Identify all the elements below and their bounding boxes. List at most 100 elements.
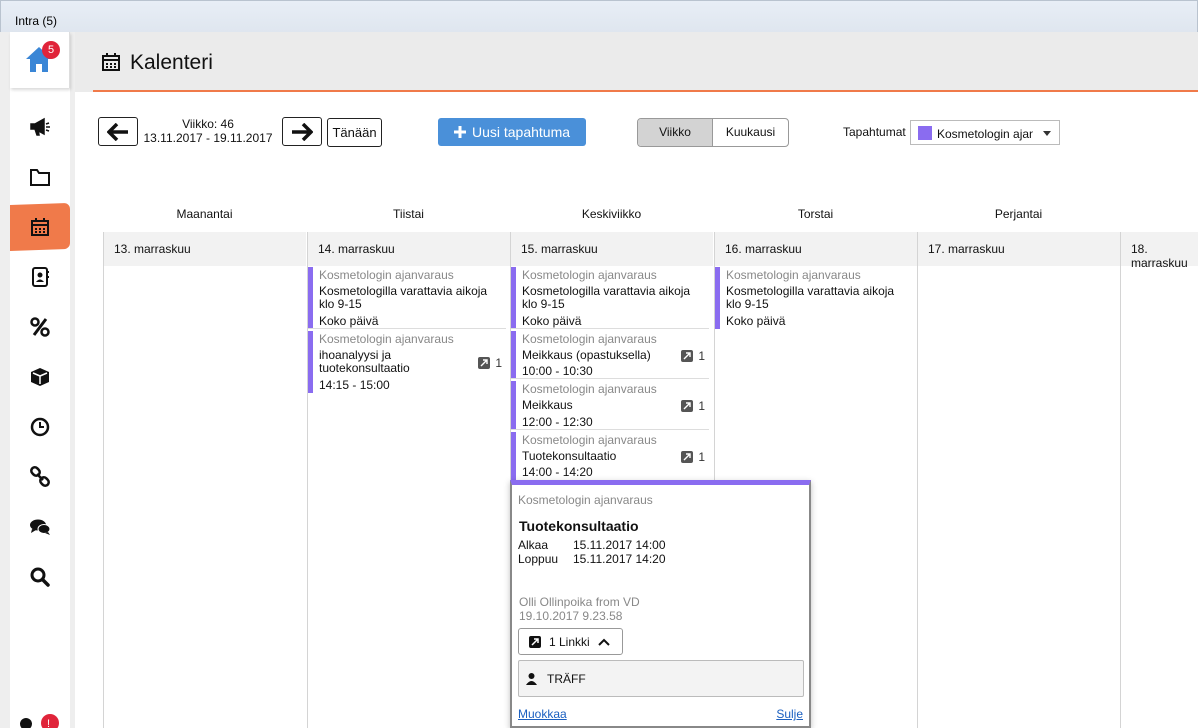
day-date: 17. marraskuu [918,232,1120,266]
day-column[interactable]: 13. marraskuu [103,232,306,728]
day-date: 16. marraskuu [715,232,917,266]
external-link-icon [478,357,491,369]
event-links: 1 [681,399,705,413]
link-icon [30,466,50,487]
event-title: Meikkaus (opastuksella) [522,348,651,362]
sidebar-item-history[interactable] [10,404,70,450]
home-button[interactable]: 5 [10,32,70,88]
calendar-event[interactable]: Kosmetologin ajanvaraus Kosmetologilla v… [511,267,709,329]
sidebar-item-offers[interactable] [10,304,70,350]
svg-text:!: ! [47,718,50,728]
calendar-icon [31,218,49,236]
calendar-event[interactable]: Kosmetologin ajanvaraus Tuotekonsultaati… [511,432,709,480]
event-title: Kosmetologilla varattavia aikoja klo 9-1… [726,284,895,311]
day-name: Keskiviikko [581,207,642,221]
calendar-event[interactable]: Kosmetologin ajanvaraus Meikkaus 12:00 -… [511,381,709,430]
box-icon [31,368,49,386]
calendar-icon [102,53,120,71]
search-icon [30,567,50,587]
event-title: ihoanalyysi ja tuotekonsultaatio [319,348,410,375]
sidebar-item-links[interactable] [10,454,70,500]
popup-author: Olli Ollinpoika from VD 19.10.2017 9.23.… [519,595,640,623]
event-links: 1 [681,349,705,363]
event-time: Koko päivä [522,314,582,328]
links-toggle-button[interactable]: 1 Linkki [518,628,623,655]
chevron-up-icon [597,638,610,646]
event-links: 1 [681,450,705,464]
view-week-button[interactable]: Viikko [638,119,713,146]
event-links: 1 [478,356,502,370]
view-month-button[interactable]: Kuukausi [713,119,788,146]
calendar-event[interactable]: Kosmetologin ajanvaraus Kosmetologilla v… [715,267,913,329]
close-link[interactable]: Sulje [776,707,803,721]
header-divider [93,90,1198,92]
events-filter-label: Tapahtumat [843,125,906,139]
sidebar-item-announcements[interactable] [10,104,70,150]
external-link-icon [681,400,694,412]
day-name: Torstai [797,207,834,221]
event-details-popup: Kosmetologin ajanvaraus Tuotekonsultaati… [510,480,811,728]
filter-color-swatch [918,126,932,140]
contacts-icon [32,267,49,287]
sidebar-item-search[interactable] [10,554,70,600]
event-category: Kosmetologin ajanvaraus [522,382,657,396]
event-category: Kosmetologin ajanvaraus [726,268,861,282]
external-link-icon [529,635,541,648]
chevron-down-icon [1043,131,1051,136]
events-filter-select[interactable]: Kosmetologin ajanvaraus [910,120,1060,145]
calendar-event[interactable]: Kosmetologin ajanvaraus Kosmetologilla v… [308,267,506,329]
day-name: Maanantai [176,207,233,221]
window-title: Intra (5) [15,14,58,28]
event-category: Kosmetologin ajanvaraus [319,268,454,282]
view-switch: Viikko Kuukausi [637,118,789,147]
arrow-left-icon [107,122,128,141]
page-header: Kalenteri [75,32,1198,92]
event-title: Kosmetologilla varattavia aikoja klo 9-1… [522,284,691,311]
calendar-event[interactable]: Kosmetologin ajanvaraus ihoanalyysi ja t… [308,331,506,393]
external-link-icon [681,451,694,463]
event-time: 14:00 - 14:20 [522,465,593,479]
event-category: Kosmetologin ajanvaraus [522,268,657,282]
prev-week-button[interactable] [98,117,138,146]
sidebar-item-files[interactable] [10,154,70,200]
chat-icon [30,519,51,535]
megaphone-icon [30,117,50,136]
day-name: Tiistai [393,207,424,221]
external-link-icon [681,350,694,362]
next-week-button[interactable] [282,117,322,146]
today-button[interactable]: Tänään [327,118,382,147]
links-count: 1 Linkki [549,634,590,649]
popup-end: Loppuu 15.11.2017 14:20 [518,552,666,566]
popup-title: Tuotekonsultaatio [519,518,639,534]
edit-link[interactable]: Muokkaa [518,707,567,721]
day-column[interactable]: 18. marraskuu [1120,232,1198,728]
sidebar-item-products[interactable] [10,354,70,400]
week-number: Viikko: 46 [182,117,234,131]
day-name: Perjantai [994,207,1043,221]
day-date: 18. marraskuu [1121,232,1198,270]
event-time: 12:00 - 12:30 [522,415,593,429]
day-column[interactable]: 17. marraskuu [917,232,1120,728]
sidebar-item-contacts[interactable] [10,254,70,300]
page-title: Kalenteri [130,51,213,74]
sidebar-item-calendar[interactable] [10,202,70,252]
week-info: Viikko: 46 13.11.2017 - 19.11.2017 [140,117,276,145]
day-date: 14. marraskuu [308,232,510,266]
calendar-event[interactable]: Kosmetologin ajanvaraus Meikkaus (opastu… [511,331,709,379]
event-time: 10:00 - 10:30 [522,364,593,378]
arrow-right-icon [292,122,313,141]
event-category: Kosmetologin ajanvaraus [522,332,657,346]
day-date: 13. marraskuu [104,232,306,266]
linked-user[interactable]: TRÄFF [518,660,804,697]
new-event-button[interactable]: Uusi tapahtuma [438,118,586,146]
event-time: Koko päivä [726,314,786,328]
event-category: Kosmetologin ajanvaraus [522,433,657,447]
sidebar-item-chat[interactable] [10,504,70,550]
event-title: Tuotekonsultaatio [522,449,617,463]
popup-start: Alkaa 15.11.2017 14:00 [518,538,666,552]
event-title: Kosmetologilla varattavia aikoja klo 9-1… [319,284,488,311]
day-date: 15. marraskuu [511,232,713,266]
week-date-range: 13.11.2017 - 19.11.2017 [143,131,273,145]
event-category: Kosmetologin ajanvaraus [319,332,454,346]
settings-button[interactable]: ! [18,710,68,728]
